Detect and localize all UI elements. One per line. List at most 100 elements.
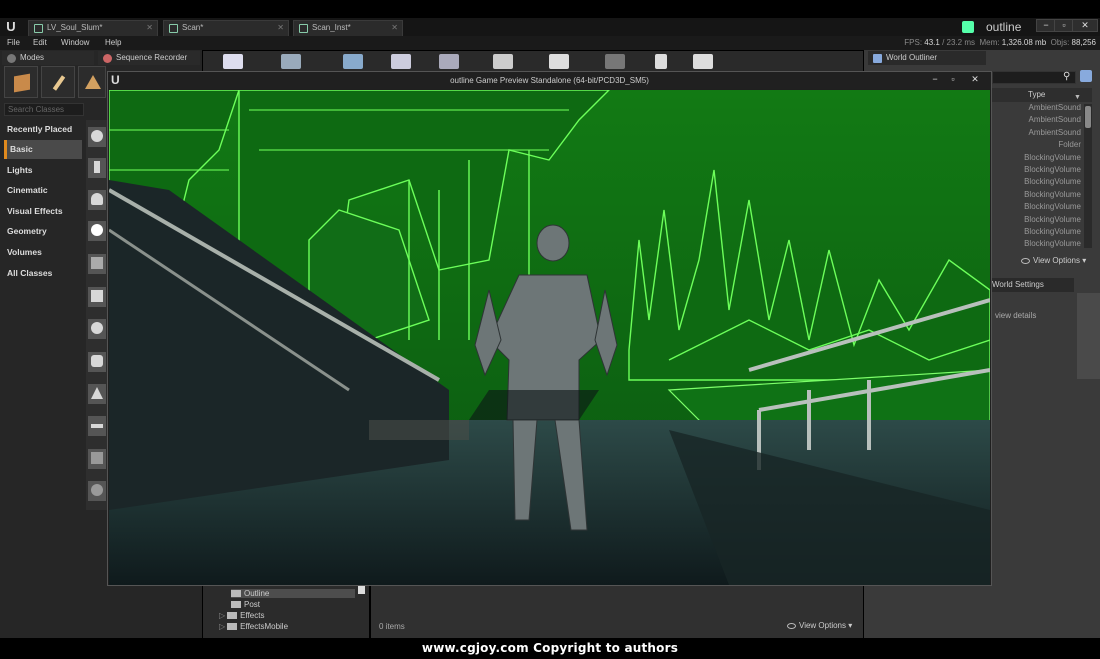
source-control-icon[interactable] bbox=[281, 54, 301, 69]
empty-actor-item[interactable] bbox=[88, 127, 106, 147]
game-window-titlebar[interactable]: U outline Game Preview Standalone (64-bi… bbox=[108, 72, 991, 89]
search-icon: ⚲ bbox=[1063, 71, 1071, 82]
game-maximize-button[interactable]: ▫ bbox=[944, 74, 962, 86]
lightbulb-icon bbox=[91, 224, 103, 236]
close-tab-icon[interactable]: ✕ bbox=[146, 23, 153, 32]
menu-window[interactable]: Window bbox=[61, 38, 89, 47]
doc-tab-level[interactable]: LV_Soul_Slum* ✕ bbox=[28, 20, 158, 36]
settings-icon[interactable] bbox=[439, 54, 459, 69]
frame-time: 23.2 ms bbox=[946, 38, 975, 47]
cinematics-icon[interactable] bbox=[549, 54, 569, 69]
content-view-options[interactable]: View Options ▾ bbox=[787, 621, 852, 630]
cylinder-item[interactable] bbox=[88, 352, 106, 372]
sphere-trigger-item[interactable] bbox=[88, 481, 106, 501]
sequence-recorder-tab[interactable]: Sequence Recorder bbox=[98, 51, 200, 65]
outliner-scrollbar[interactable] bbox=[1084, 104, 1092, 248]
plane-item[interactable] bbox=[88, 416, 106, 436]
outliner-row[interactable]: BlockingVolume bbox=[992, 190, 1084, 202]
outliner-view-options[interactable]: View Options ▾ bbox=[1021, 256, 1086, 265]
outliner-row[interactable]: BlockingVolume bbox=[992, 153, 1084, 165]
add-filter-icon[interactable] bbox=[1080, 70, 1092, 82]
sphere-item[interactable] bbox=[88, 319, 106, 339]
search-classes-input[interactable]: Search Classes bbox=[4, 103, 84, 116]
outliner-row[interactable]: BlockingVolume bbox=[992, 165, 1084, 177]
unreal-logo-icon: U bbox=[111, 73, 120, 87]
project-name: outline bbox=[986, 20, 1022, 34]
category-basic[interactable]: Basic bbox=[4, 140, 82, 159]
category-visual-effects[interactable]: Visual Effects bbox=[4, 202, 82, 221]
menu-file[interactable]: File bbox=[7, 38, 20, 47]
category-cinematic[interactable]: Cinematic bbox=[4, 181, 82, 200]
scrollbar-thumb[interactable] bbox=[1085, 106, 1091, 128]
category-recently-placed[interactable]: Recently Placed bbox=[4, 120, 82, 139]
outliner-row[interactable]: AmbientSound bbox=[992, 115, 1084, 127]
menu-help[interactable]: Help bbox=[105, 38, 121, 47]
point-light-item[interactable] bbox=[88, 221, 106, 241]
box-trigger-item[interactable] bbox=[88, 449, 106, 469]
doc-tab-material[interactable]: Scan* ✕ bbox=[163, 20, 289, 36]
landscape-mode-button[interactable] bbox=[78, 66, 106, 98]
doc-tab-material-instance[interactable]: Scan_Inst* ✕ bbox=[293, 20, 403, 36]
cone-item[interactable] bbox=[88, 384, 106, 404]
outliner-row[interactable]: BlockingVolume bbox=[992, 202, 1084, 214]
expand-arrow-icon[interactable]: ▷ bbox=[219, 622, 225, 631]
view-options-label: View Options bbox=[799, 621, 846, 630]
category-geometry[interactable]: Geometry bbox=[4, 222, 82, 241]
game-minimize-button[interactable]: − bbox=[926, 74, 944, 86]
player-start-item[interactable] bbox=[88, 254, 106, 274]
folder-label: EffectsMobile bbox=[240, 622, 289, 631]
menu-edit[interactable]: Edit bbox=[33, 38, 47, 47]
outliner-row[interactable]: Folder bbox=[992, 140, 1084, 152]
game-window-title: outline Game Preview Standalone (64-bit/… bbox=[450, 76, 649, 85]
folder-effects-mobile[interactable]: ▷ EffectsMobile bbox=[219, 622, 288, 631]
cube-icon bbox=[91, 290, 103, 302]
minimize-button[interactable]: − bbox=[1036, 19, 1056, 32]
blueprints-icon[interactable] bbox=[493, 54, 513, 69]
build-icon[interactable] bbox=[605, 54, 625, 69]
outliner-row[interactable]: BlockingVolume bbox=[992, 215, 1084, 227]
modes-tab[interactable]: Modes bbox=[2, 51, 94, 65]
maximize-button[interactable]: ▫ bbox=[1054, 19, 1074, 32]
folder-outline[interactable]: Outline bbox=[231, 589, 355, 598]
material-icon bbox=[169, 24, 178, 33]
category-lights[interactable]: Lights bbox=[4, 161, 82, 180]
mem-value: 1,326.08 mb bbox=[1001, 38, 1047, 47]
player-start-icon bbox=[91, 257, 103, 269]
sphere-icon bbox=[91, 322, 103, 334]
folder-post[interactable]: Post bbox=[231, 600, 260, 609]
outliner-row[interactable]: BlockingVolume bbox=[992, 177, 1084, 189]
save-icon[interactable] bbox=[223, 54, 243, 69]
character-icon bbox=[94, 161, 100, 173]
place-mode-button[interactable] bbox=[4, 66, 38, 98]
pause-icon[interactable] bbox=[655, 54, 667, 69]
details-side-strip bbox=[1077, 293, 1100, 379]
outliner-row[interactable]: BlockingVolume bbox=[992, 227, 1084, 239]
tree-scrollbar-thumb[interactable] bbox=[358, 586, 365, 594]
close-tab-icon[interactable]: ✕ bbox=[277, 23, 284, 32]
category-volumes[interactable]: Volumes bbox=[4, 243, 82, 262]
mem-label: Mem: bbox=[979, 38, 1000, 47]
category-all-classes[interactable]: All Classes bbox=[4, 264, 82, 283]
floor-grate bbox=[369, 420, 469, 440]
close-window-button[interactable]: ✕ bbox=[1072, 19, 1098, 32]
project-icon bbox=[962, 21, 974, 33]
close-tab-icon[interactable]: ✕ bbox=[391, 23, 398, 32]
expand-arrow-icon[interactable]: ▷ bbox=[219, 611, 225, 620]
outliner-row[interactable]: AmbientSound bbox=[992, 103, 1084, 115]
marketplace-icon[interactable] bbox=[391, 54, 411, 69]
unreal-logo-icon: U bbox=[6, 19, 16, 34]
world-outliner-tab[interactable]: World Outliner bbox=[868, 51, 986, 65]
empty-character-item[interactable] bbox=[88, 158, 106, 178]
content-icon[interactable] bbox=[343, 54, 363, 69]
game-viewport[interactable] bbox=[109, 90, 990, 585]
world-settings-tab[interactable]: World Settings bbox=[988, 278, 1074, 292]
fps-value: 43.1 bbox=[924, 38, 940, 47]
game-close-button[interactable]: ✕ bbox=[966, 74, 984, 86]
outliner-row[interactable]: AmbientSound bbox=[992, 128, 1084, 140]
cube-item[interactable] bbox=[88, 287, 106, 307]
stop-icon[interactable] bbox=[693, 54, 713, 69]
empty-pawn-item[interactable] bbox=[88, 190, 106, 210]
outliner-row[interactable]: BlockingVolume bbox=[992, 239, 1084, 251]
paint-mode-button[interactable] bbox=[41, 66, 75, 98]
folder-effects[interactable]: ▷ Effects bbox=[219, 611, 264, 620]
